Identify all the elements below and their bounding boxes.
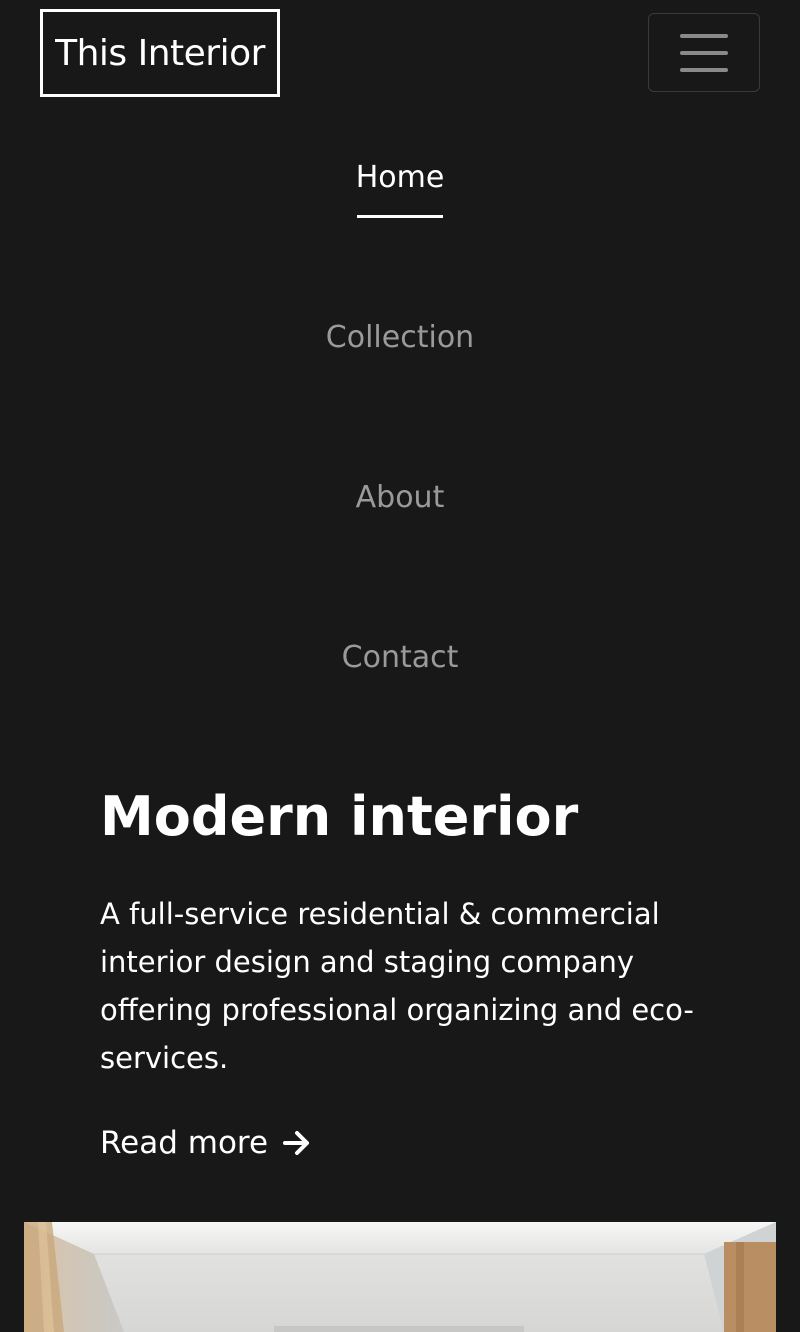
nav-active-indicator: [357, 215, 443, 218]
hero-description: A full-service residential & commercial …: [100, 897, 694, 1075]
nav-item-collection[interactable]: Collection: [0, 323, 800, 353]
read-more-label: Read more: [100, 1125, 269, 1161]
arrow-right-icon: [283, 1131, 310, 1155]
menu-toggle-button[interactable]: [648, 13, 760, 92]
interior-photo-illustration: [24, 1222, 776, 1332]
brand-name: This Interior: [55, 32, 265, 74]
brand-logo[interactable]: This Interior: [40, 9, 280, 97]
hamburger-menu-icon: [680, 33, 728, 72]
read-more-link[interactable]: Read more: [100, 1125, 312, 1161]
nav-item-about[interactable]: About: [0, 483, 800, 513]
nav-item-contact[interactable]: Contact: [0, 643, 800, 673]
page: This Interior Home Collection About Cont…: [0, 0, 800, 1332]
nav-item-home[interactable]: Home: [0, 163, 800, 193]
interior-photo: [24, 1222, 776, 1332]
hero-title: Modern interior: [100, 785, 579, 848]
